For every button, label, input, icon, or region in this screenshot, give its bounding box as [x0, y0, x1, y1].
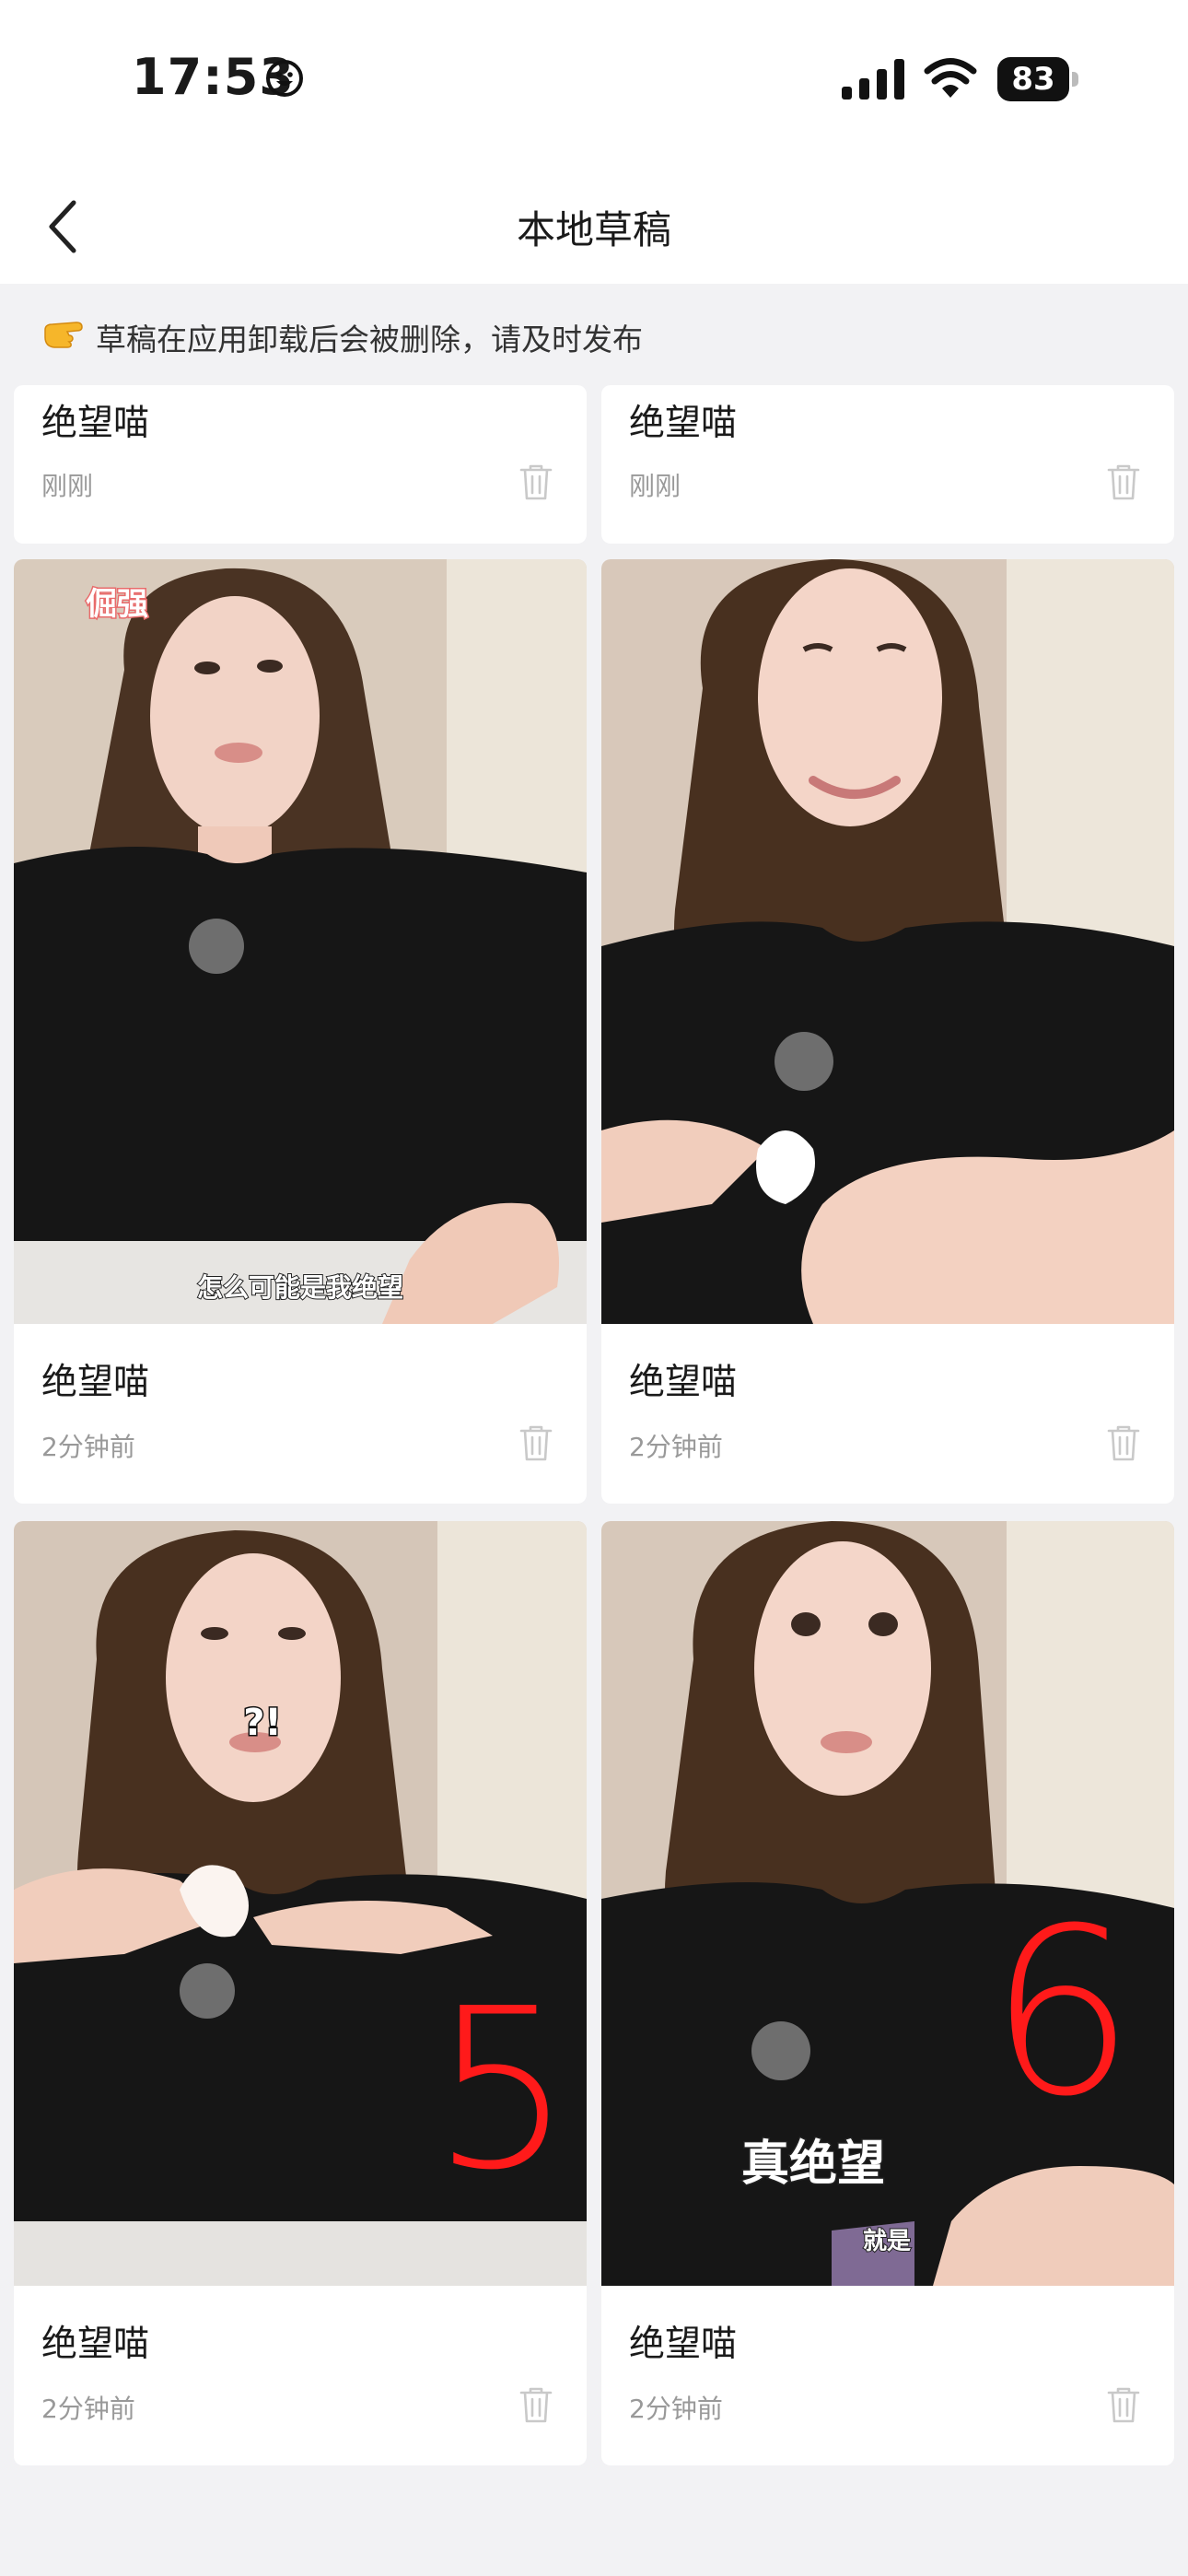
draft-card[interactable]: 倔强 怎么可能是我绝望 绝望喵 2分钟前	[14, 559, 587, 1504]
draft-time: 刚刚	[629, 471, 681, 501]
draft-title: 绝望喵	[629, 403, 738, 444]
draft-card[interactable]: 绝望喵 刚刚	[601, 385, 1174, 544]
overlay-caption-text: 真绝望	[741, 2137, 885, 2192]
draft-card[interactable]: 绝望喵 2分钟前	[601, 559, 1174, 1504]
trash-icon[interactable]	[1106, 463, 1141, 501]
draft-title: 绝望喵	[41, 403, 150, 444]
draft-thumbnail	[601, 559, 1174, 1324]
draft-thumbnail: 真绝望 就是 6	[601, 1521, 1174, 2286]
trash-icon[interactable]	[518, 1423, 553, 1462]
overlay-number-text: 6	[988, 1879, 1135, 2147]
draft-card[interactable]: ?! 5 绝望喵 2分钟前	[14, 1521, 587, 2465]
overlay-sticker-text: ?!	[243, 1702, 281, 1744]
draft-title: 绝望喵	[629, 1362, 738, 1403]
notice-text: 草稿在应用卸载后会被删除，请及时发布	[96, 322, 643, 357]
overlay-sticker-text: 倔强	[86, 586, 148, 623]
draft-thumbnail: ?! 5	[14, 1521, 587, 2286]
battery-icon: 83	[997, 57, 1082, 101]
draft-card[interactable]: 真绝望 就是 6 绝望喵 2分钟前	[601, 1521, 1174, 2465]
overlay-subtitle-text: 怎么可能是我绝望	[197, 1272, 403, 1303]
page-title: 本地草稿	[516, 207, 671, 252]
draft-time: 刚刚	[41, 471, 94, 501]
trash-icon[interactable]	[1106, 2385, 1141, 2424]
draft-thumbnail: 倔强 怎么可能是我绝望	[14, 559, 587, 1324]
draft-card[interactable]: 绝望喵 刚刚	[14, 385, 587, 544]
draft-title: 绝望喵	[41, 2324, 150, 2365]
trash-icon[interactable]	[518, 463, 553, 501]
draft-time: 2分钟前	[41, 1432, 135, 1462]
draft-time: 2分钟前	[629, 1432, 723, 1462]
draft-title: 绝望喵	[41, 1362, 150, 1403]
pointing-hand-icon	[44, 322, 83, 348]
notice-banner: 草稿在应用卸载后会被删除，请及时发布	[0, 284, 1188, 385]
overlay-subtitle-text: 就是	[863, 2228, 911, 2255]
wifi-icon	[924, 58, 977, 98]
trash-icon[interactable]	[518, 2385, 553, 2424]
battery-level: 83	[1011, 61, 1055, 98]
trash-icon[interactable]	[1106, 1423, 1141, 1462]
draft-title: 绝望喵	[629, 2324, 738, 2365]
cellular-signal-icon	[842, 59, 904, 100]
nav-bar: 本地草稿	[0, 166, 1188, 284]
status-bar: 17:53 83	[0, 0, 1188, 166]
draft-time: 2分钟前	[629, 2394, 723, 2424]
smiley-icon	[266, 60, 303, 97]
draft-time: 2分钟前	[41, 2394, 135, 2424]
overlay-number-text: 5	[432, 1961, 573, 2219]
